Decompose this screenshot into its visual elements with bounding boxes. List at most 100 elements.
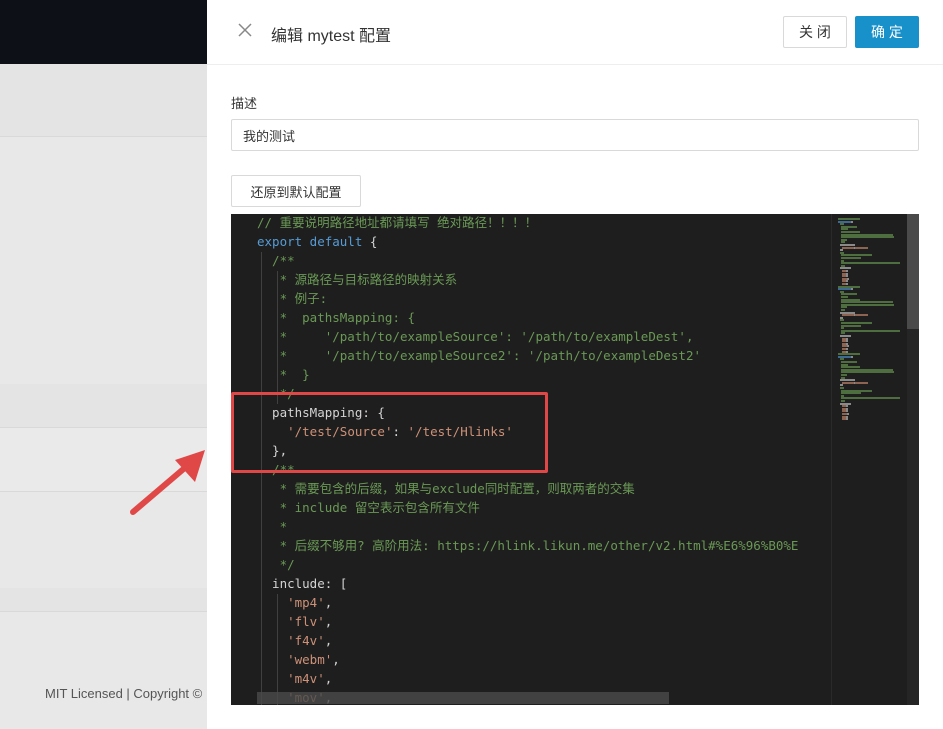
code-line: }, xyxy=(257,441,822,460)
code-token: 'f4v' xyxy=(287,633,325,648)
minimap-mark xyxy=(850,288,853,291)
code-token: 'flv' xyxy=(287,614,325,629)
code-line: // 重要说明路径地址都请填写 绝对路径！！！！ xyxy=(257,214,822,232)
code-line: * } xyxy=(257,365,822,384)
drawer-header: 编辑 mytest 配置 关 闭 确 定 xyxy=(207,0,943,65)
code-line: * xyxy=(257,517,822,536)
code-token: 'mp4' xyxy=(287,595,325,610)
confirm-button[interactable]: 确 定 xyxy=(855,16,919,48)
code-line: */ xyxy=(257,555,822,574)
minimap-mark xyxy=(850,220,853,223)
code-token: , xyxy=(332,652,340,667)
code-line: * 例子: xyxy=(257,289,822,308)
edit-config-drawer: 编辑 mytest 配置 关 闭 确 定 描述 还原到默认配置 // 重要说明路… xyxy=(207,0,943,729)
code-line: * 源路径与目标路径的映射关系 xyxy=(257,270,822,289)
minimap-mark xyxy=(840,236,894,239)
code-token: * include 留空表示包含所有文件 xyxy=(257,500,480,515)
code-line: 'mp4', xyxy=(257,593,822,612)
code-token: , xyxy=(324,671,333,686)
background-footer: MIT Licensed | Copyright © xyxy=(45,686,203,701)
code-line: include: [ xyxy=(257,574,822,593)
minimap-mark xyxy=(841,381,855,384)
reset-default-button[interactable]: 还原到默认配置 xyxy=(231,175,361,207)
code-token: 'm4v' xyxy=(287,671,325,686)
minimap-mark xyxy=(840,329,901,332)
scrollbar-thumb[interactable] xyxy=(907,214,919,329)
editor-vertical-scrollbar[interactable] xyxy=(907,214,919,705)
code-line: * 后缀不够用? 高阶用法: https://hlink.likun.me/ot… xyxy=(257,536,822,555)
code-line: 'flv', xyxy=(257,612,822,631)
background-band xyxy=(0,588,207,612)
code-token: * '/path/to/exampleSource2': '/path/to/e… xyxy=(257,348,702,363)
code-line: * pathsMapping: { xyxy=(257,308,822,327)
editor-minimap[interactable] xyxy=(831,214,907,705)
code-token: '/test/Source' xyxy=(287,424,393,439)
code-token: : xyxy=(392,424,408,439)
minimap-mark xyxy=(850,355,853,358)
code-line: * include 留空表示包含所有文件 xyxy=(257,498,822,517)
code-token: , xyxy=(324,595,333,610)
code-token: * pathsMapping: { xyxy=(257,310,416,325)
minimap-mark xyxy=(855,314,868,317)
code-token: /** xyxy=(257,253,295,268)
background-band xyxy=(0,384,207,428)
code-line: /** xyxy=(257,251,822,270)
code-line: export default { xyxy=(257,232,822,251)
code-token: * 需要包含的后缀，如果与exclude同时配置，则取两者的交集 xyxy=(257,481,635,496)
code-token: /** xyxy=(257,462,295,477)
code-token: '/test/Hlinks' xyxy=(407,424,513,439)
code-token: // 重要说明路径地址都请填写 绝对路径！！！！ xyxy=(257,215,538,230)
code-token: , xyxy=(324,614,333,629)
code-token: * 后缀不够用? 高阶用法: https://hlink.likun.me/ot… xyxy=(257,538,799,553)
code-line: * '/path/to/exampleSource2': '/path/to/e… xyxy=(257,346,822,365)
code-token: * '/path/to/exampleSource': '/path/to/ex… xyxy=(257,329,694,344)
code-line: 'f4v', xyxy=(257,631,822,650)
minimap-mark xyxy=(840,303,894,306)
code-line: /** xyxy=(257,460,822,479)
code-token: { xyxy=(369,234,378,249)
code-editor[interactable]: // 重要说明路径地址都请填写 绝对路径！！！！ export default {… xyxy=(231,214,919,705)
minimap-mark xyxy=(855,381,868,384)
code-token: pathsMapping: { xyxy=(257,405,385,420)
code-token: 'webm' xyxy=(287,652,333,667)
code-token: * 源路径与目标路径的映射关系 xyxy=(257,272,458,287)
close-button[interactable]: 关 闭 xyxy=(783,16,847,48)
code-line: pathsMapping: { xyxy=(257,403,822,422)
minimap-mark xyxy=(840,397,901,400)
code-token: * } xyxy=(257,367,310,382)
background-page: MIT Licensed | Copyright © xyxy=(0,0,207,729)
code-content: // 重要说明路径地址都请填写 绝对路径！！！！ export default {… xyxy=(257,214,822,705)
editor-horizontal-scrollbar[interactable] xyxy=(257,692,669,704)
code-token: */ xyxy=(257,386,295,401)
minimap-mark xyxy=(846,418,849,421)
code-token: include: [ xyxy=(257,576,348,591)
code-line: 'm4v', xyxy=(257,669,822,688)
code-line: * 需要包含的后缀，如果与exclude同时配置，则取两者的交集 xyxy=(257,479,822,498)
drawer-title: 编辑 mytest 配置 xyxy=(271,28,392,45)
background-band xyxy=(0,428,207,492)
code-token: * xyxy=(257,519,288,534)
code-line: * '/path/to/exampleSource': '/path/to/ex… xyxy=(257,327,822,346)
code-token: }, xyxy=(257,443,288,458)
code-line: 'webm', xyxy=(257,650,822,669)
description-input[interactable] xyxy=(231,119,919,151)
close-icon[interactable] xyxy=(235,20,255,40)
code-line: '/test/Source': '/test/Hlinks' xyxy=(257,422,822,441)
code-line: */ xyxy=(257,384,822,403)
minimap-mark xyxy=(855,246,868,249)
code-token: * 例子: xyxy=(257,291,328,306)
code-token: */ xyxy=(257,557,295,572)
minimap-mark xyxy=(840,371,894,374)
minimap-mark xyxy=(841,246,855,249)
code-token: export default xyxy=(257,234,370,249)
background-band xyxy=(0,64,207,137)
minimap-mark xyxy=(841,314,855,317)
description-label: 描述 xyxy=(231,96,258,111)
background-topbar xyxy=(0,0,207,64)
minimap-mark xyxy=(840,262,901,265)
